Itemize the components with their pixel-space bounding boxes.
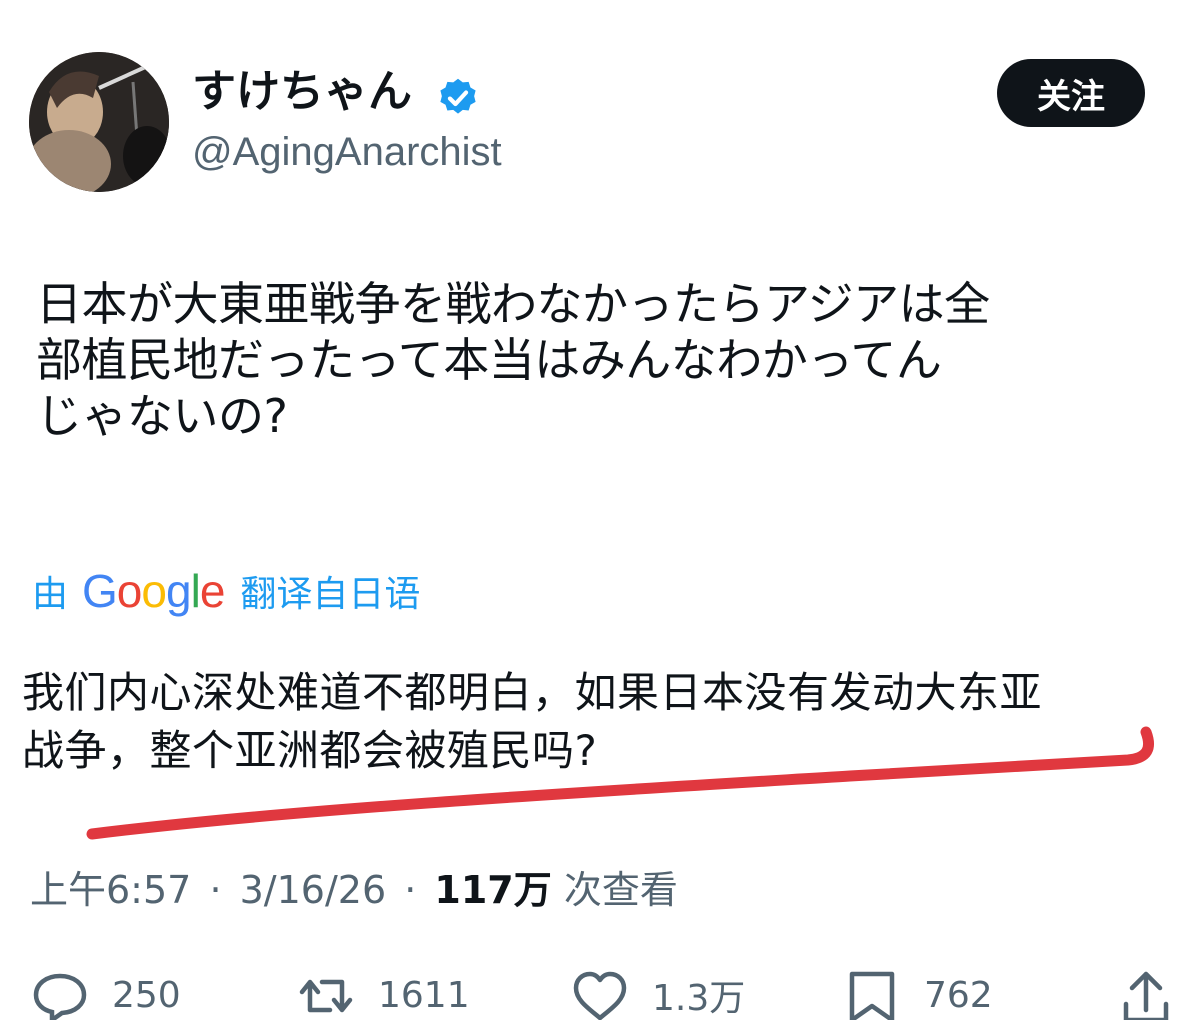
meta-separator: ·: [404, 868, 417, 912]
translation-attribution[interactable]: 由 Google 翻译自日语: [32, 564, 420, 618]
tweet-line: 日本が大東亜戦争を戦わなかったらアジアは全: [36, 277, 990, 331]
views-count[interactable]: 117万: [434, 868, 551, 912]
bookmark-count: 762: [924, 974, 993, 1016]
bookmark-button[interactable]: 762: [842, 970, 993, 1020]
retweet-count: 1611: [378, 974, 470, 1016]
share-icon: [1123, 971, 1169, 1020]
verified-badge-icon: [440, 78, 476, 114]
tweet-meta: 上午6:57 · 3/16/26 · 117万 次查看: [30, 864, 678, 916]
retweet-button[interactable]: 1611: [296, 970, 470, 1020]
views-label: 次查看: [563, 868, 678, 912]
follow-button[interactable]: 关注: [997, 59, 1145, 127]
meta-separator: ·: [209, 868, 222, 912]
red-underline-annotation: [86, 726, 1155, 840]
google-logo: Google: [82, 565, 225, 617]
translated-line: 我们内心深处难道不都明白，如果日本没有发动大东亚: [22, 668, 1043, 717]
display-name[interactable]: すけちゃん: [192, 64, 412, 120]
reply-count: 250: [112, 974, 181, 1016]
heart-icon: [573, 971, 627, 1020]
translated-line: 战争，整个亚洲都会被殖民吗?: [22, 726, 598, 775]
like-button[interactable]: 1.3万: [570, 970, 745, 1020]
like-count: 1.3万: [652, 978, 746, 1019]
tweet-text: 日本が大東亜戦争を戦わなかったらアジアは全 部植民地だったって本当はみんなわかっ…: [36, 276, 1166, 444]
avatar-photo: [29, 52, 169, 192]
tweet-line: 部植民地だったって本当はみんなわかってん: [36, 333, 942, 387]
share-button[interactable]: [1116, 970, 1195, 1020]
reply-button[interactable]: 250: [30, 970, 181, 1020]
tweet-date[interactable]: 3/16/26: [240, 868, 387, 912]
translated-text: 我们内心深处难道不都明白，如果日本没有发动大东亚 战争，整个亚洲都会被殖民吗?: [22, 664, 1172, 780]
reply-icon: [33, 973, 87, 1020]
translation-prefix: 由: [32, 574, 69, 615]
bookmark-icon: [849, 971, 895, 1020]
avatar[interactable]: [29, 52, 169, 192]
user-handle[interactable]: @AgingAnarchist: [192, 126, 502, 178]
tweet-line: じゃないの?: [36, 389, 288, 443]
retweet-icon: [299, 979, 353, 1013]
translation-source-label: 翻译自日语: [240, 574, 421, 615]
tweet-time[interactable]: 上午6:57: [30, 868, 191, 912]
